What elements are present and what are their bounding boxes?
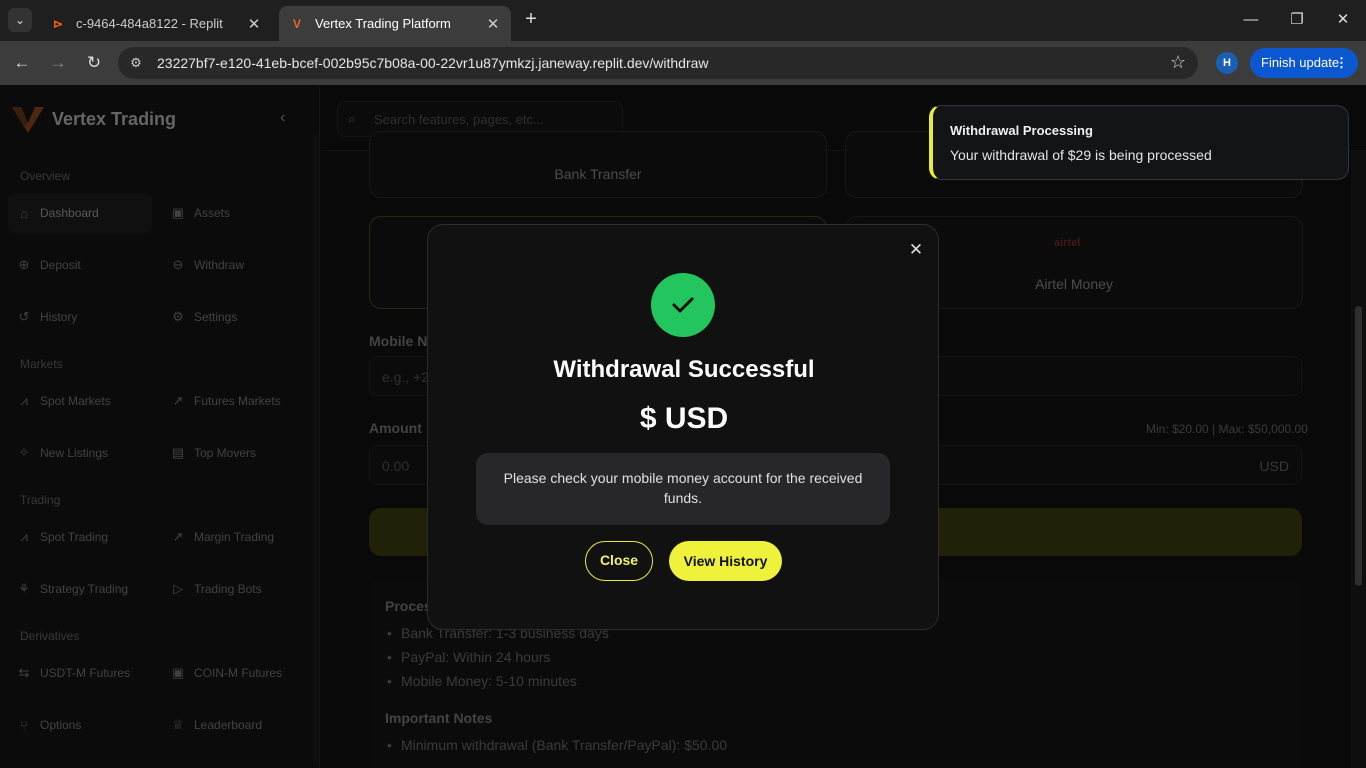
modal-message: Please check your mobile money account f… <box>476 453 890 525</box>
site-info-icon[interactable]: ⚙ <box>128 55 144 71</box>
tab-search-icon[interactable]: ⌄ <box>8 8 32 32</box>
browser-toolbar: ← → ↻ ⚙ 23227bf7-e120-41eb-bcef-002b95c7… <box>0 41 1366 85</box>
toast-notification: Withdrawal Processing Your withdrawal of… <box>929 105 1349 180</box>
minimize-icon[interactable]: — <box>1240 9 1262 31</box>
forward-icon[interactable]: → <box>47 52 69 74</box>
toast-title: Withdrawal Processing <box>950 123 1093 138</box>
check-icon <box>672 297 694 313</box>
profile-avatar[interactable]: H <box>1216 52 1238 74</box>
url-text: 23227bf7-e120-41eb-bcef-002b95c7b08a-00-… <box>157 55 709 71</box>
toast-message: Your withdrawal of $29 is being processe… <box>950 147 1212 163</box>
more-menu-icon[interactable]: ⋮ <box>1335 48 1348 78</box>
tab-close-icon[interactable]: ✕ <box>485 15 501 33</box>
browser-tab-replit[interactable]: ⊳ c-9464-484a8122 - Replit ✕ <box>40 6 272 41</box>
browser-tab-vertex[interactable]: V Vertex Trading Platform ✕ <box>279 6 511 41</box>
modal-amount: $ USD <box>639 402 729 435</box>
finish-update-label: Finish update <box>1261 55 1340 70</box>
finish-update-button[interactable]: Finish update ⋮ <box>1250 48 1358 78</box>
close-button[interactable]: Close <box>585 541 653 581</box>
tab-close-icon[interactable]: ✕ <box>246 15 262 33</box>
bookmark-star-icon[interactable]: ☆ <box>1170 52 1186 73</box>
tab-title: c-9464-484a8122 - Replit <box>76 16 223 31</box>
browser-tab-bar: ⌄ ⊳ c-9464-484a8122 - Replit ✕ V Vertex … <box>0 0 1366 41</box>
new-tab-icon[interactable]: + <box>520 9 542 31</box>
withdrawal-success-modal: ✕ Withdrawal Successful $ USD Please che… <box>427 224 939 630</box>
replit-favicon-icon: ⊳ <box>52 16 64 31</box>
close-icon[interactable]: ✕ <box>906 240 926 260</box>
window-close-icon[interactable]: ✕ <box>1332 9 1354 31</box>
reload-icon[interactable]: ↻ <box>83 52 105 74</box>
address-bar[interactable]: ⚙ 23227bf7-e120-41eb-bcef-002b95c7b08a-0… <box>118 47 1198 79</box>
success-check-icon <box>651 273 715 337</box>
maximize-icon[interactable]: ❐ <box>1286 9 1308 31</box>
tab-title: Vertex Trading Platform <box>315 16 451 31</box>
modal-title: Withdrawal Successful <box>553 356 815 383</box>
view-history-button[interactable]: View History <box>669 541 782 581</box>
vertex-favicon-icon: V <box>292 16 301 31</box>
back-icon[interactable]: ← <box>11 52 33 74</box>
